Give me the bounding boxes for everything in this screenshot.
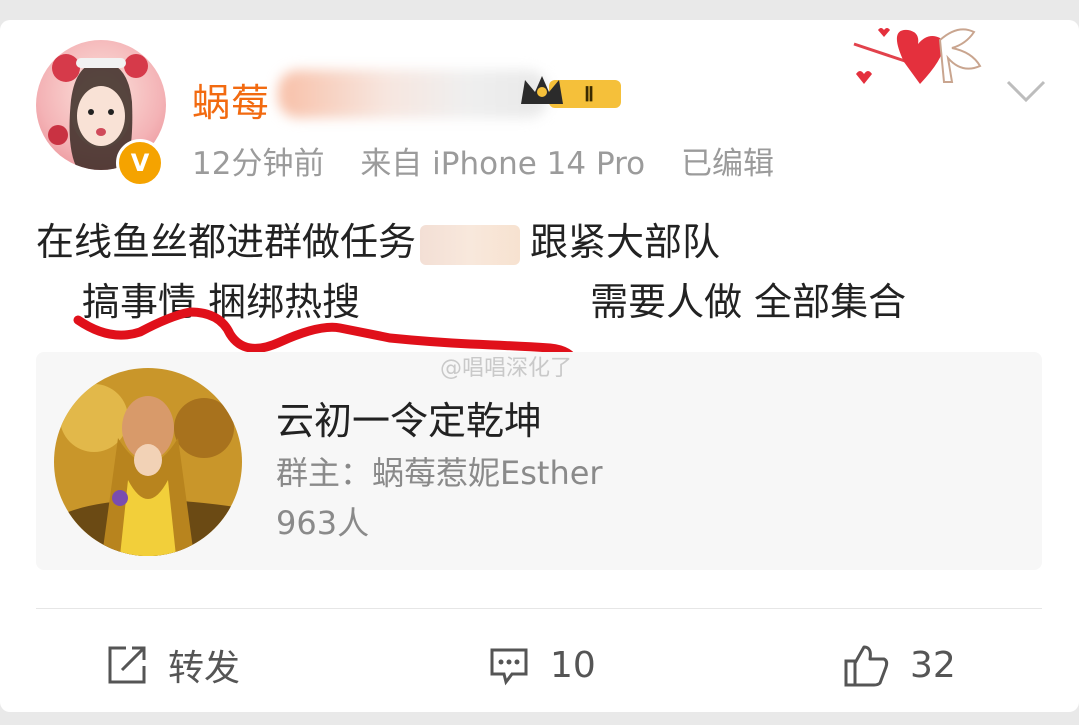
group-chat-card[interactable]: 云初一令定乾坤 群主：蜗莓惹妮Esther 963人 — [36, 352, 1042, 570]
post-text-line1-b: 跟紧大部队 — [530, 220, 721, 264]
divider — [36, 608, 1042, 609]
post-text-line2-b: 需要人做 全部集合 — [590, 280, 907, 324]
post-meta: 12分钟前 来自 iPhone 14 Pro 已编辑 — [192, 138, 800, 183]
clap-emoji-icon — [420, 224, 521, 265]
chevron-down-icon[interactable] — [1004, 78, 1048, 104]
repost-icon — [108, 646, 146, 684]
like-button[interactable]: 32 — [842, 640, 956, 690]
post-source: 来自 iPhone 14 Pro — [360, 146, 646, 182]
repost-label: 转发 — [168, 648, 241, 689]
comment-button[interactable]: 10 — [486, 640, 596, 690]
like-count: 32 — [910, 644, 956, 686]
comment-icon — [490, 648, 528, 686]
post-time: 12分钟前 — [192, 146, 325, 182]
group-owner: 群主：蜗莓惹妮Esther — [276, 454, 603, 492]
group-member-count: 963人 — [276, 504, 370, 542]
verified-badge-icon: V — [116, 139, 164, 187]
level-badge: Ⅱ — [584, 84, 594, 106]
username-blur — [278, 70, 548, 118]
group-name: 云初一令定乾坤 — [276, 399, 543, 443]
comment-count: 10 — [550, 644, 596, 686]
thumbs-up-icon — [844, 645, 889, 687]
crown-badge-icon: Ⅱ — [521, 76, 621, 108]
watermark: @唱唱深化了 — [440, 356, 573, 381]
repost-button[interactable]: 转发 — [104, 640, 240, 690]
heart-bow-sticker-icon — [853, 28, 982, 84]
post-text-line1-a: 在线鱼丝都进群做任务 — [36, 220, 417, 264]
username[interactable]: 蜗莓 — [192, 72, 270, 127]
post-edited[interactable]: 已编辑 — [681, 146, 774, 182]
group-avatar — [54, 368, 242, 556]
